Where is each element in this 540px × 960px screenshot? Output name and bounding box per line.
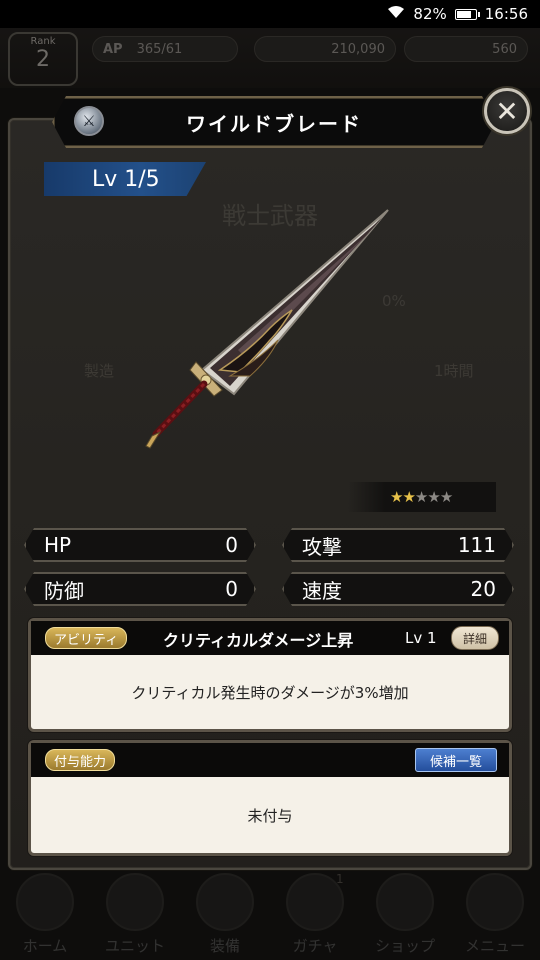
nav-label: 装備 [209,937,240,955]
star-icon: ★ [427,488,440,506]
ability-description: クリティカル発生時のダメージが3%増加 [131,683,409,702]
weapon-art [120,200,410,460]
stat-value: 20 [470,577,496,601]
star-icon: ★ [390,488,403,506]
rank-badge: Rank 2 [8,32,78,86]
wifi-icon [387,5,405,23]
stat-attack: 攻撃 111 [282,528,514,562]
ap-value: 365/61 [136,41,183,57]
clock: 16:56 [484,5,528,23]
gem-pill: 560 [404,36,528,62]
enchant-card: 付与能力 候補一覧 未付与 [28,740,512,856]
battery-icon [454,8,480,20]
gem-value: 560 [492,41,517,57]
battery-percent: 82% [413,5,447,23]
nav-label: ホーム [22,937,68,955]
close-icon: ✕ [495,94,519,128]
stat-label: HP [44,533,72,557]
nav-menu: メニュー [455,873,535,960]
ghost-craft: 製造 [84,362,115,380]
nav-shop: ショップ [365,873,445,960]
candidate-list-button[interactable]: 候補一覧 [415,748,497,772]
ability-header: アビリティ クリティカルダメージ上昇 Lv 1 詳細 [31,621,509,655]
status-bar: 82% 16:56 [0,0,540,28]
enchant-value: 未付与 [247,806,293,825]
stat-value: 111 [457,533,496,557]
stat-label: 攻撃 [302,534,342,559]
coin-value: 210,090 [331,41,385,57]
rank-label: Rank [30,36,56,47]
star-icon: ★ [402,488,415,506]
stat-value: 0 [225,533,238,557]
stat-label: 防御 [44,578,84,603]
nav-label: メニュー [464,937,525,955]
ghost-time: 1時間 [434,362,474,380]
ability-detail-button[interactable]: 詳細 [451,626,499,650]
stat-speed: 速度 20 [282,572,514,606]
coin-pill: 210,090 [254,36,396,62]
rank-value: 2 [36,47,50,72]
ability-tag: アビリティ [45,627,128,649]
bottom-nav: ホーム ユニット 装備 ガチャ ショップ メニュー [0,870,540,960]
ability-level: Lv 1 [405,629,437,647]
item-title: ワイルドブレード [186,111,362,136]
nav-label: ユニット [104,937,165,955]
nav-gacha: ガチャ [275,873,355,960]
star-icon: ★ [439,488,453,506]
nav-equip: 装備 [185,873,265,960]
rarity-stars: ★ ★ ★ ★ ★ [348,482,496,512]
ap-pill: AP 365/61 [92,36,238,62]
nav-label: ガチャ [292,937,338,955]
star-icon: ★ [414,488,428,506]
stat-value: 0 [225,577,238,601]
ap-label: AP [103,41,123,57]
sword-emblem-icon: ⚔ [74,106,104,136]
stat-hp: HP 0 [24,528,256,562]
close-button[interactable]: ✕ [484,88,530,134]
enchant-header: 付与能力 候補一覧 [31,743,509,777]
stat-label: 速度 [302,578,342,603]
nav-unit: ユニット [95,873,175,960]
nav-label: ショップ [374,937,435,955]
level-badge: Lv 1/5 [44,162,206,196]
nav-home: ホーム [5,873,85,960]
stat-defense: 防御 0 [24,572,256,606]
enchant-tag: 付与能力 [45,749,116,771]
item-title-banner: ワイルドブレード [52,96,496,148]
enchant-value-area: 未付与 [31,777,509,853]
ability-description-area: クリティカル発生時のダメージが3%増加 [31,655,509,729]
ability-card: アビリティ クリティカルダメージ上昇 Lv 1 詳細 クリティカル発生時のダメー… [28,618,512,732]
ability-name: クリティカルダメージ上昇 [163,631,354,650]
nav-badge: 1 [336,872,344,886]
level-text: Lv 1/5 [92,166,160,192]
